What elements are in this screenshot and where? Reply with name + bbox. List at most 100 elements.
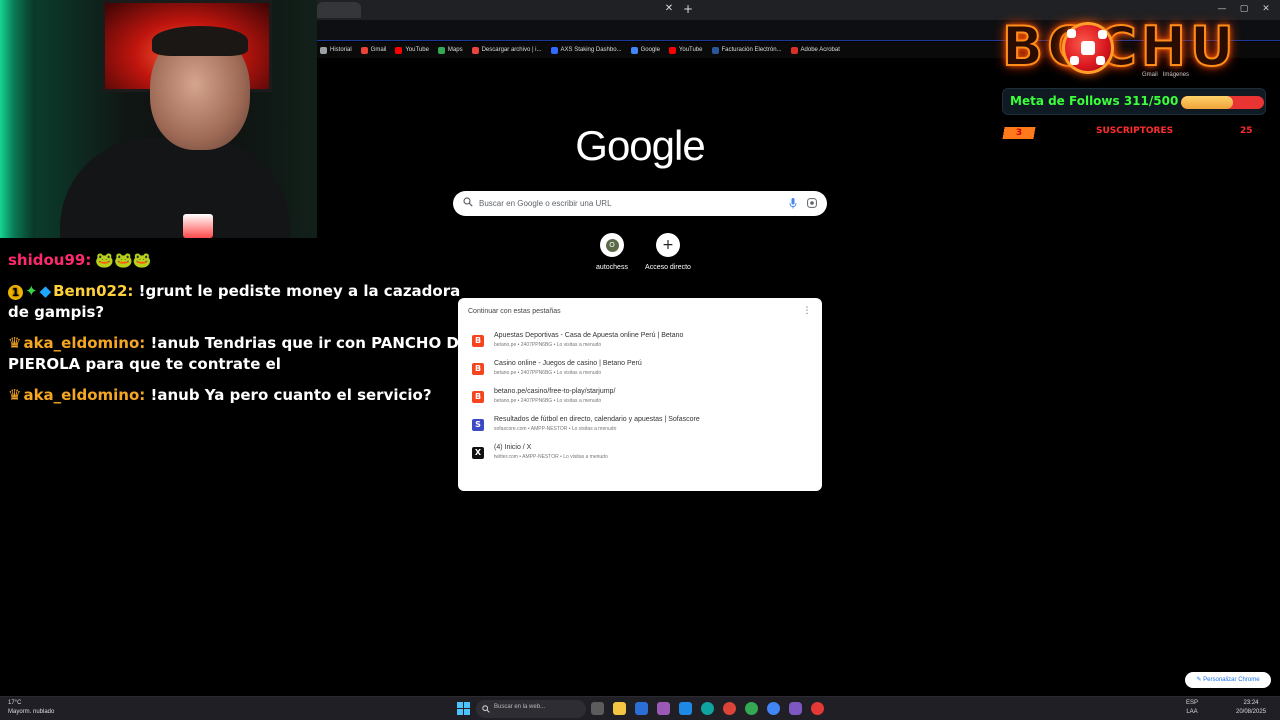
weather-widget[interactable]: 17°C Mayorm. nublado xyxy=(8,699,54,717)
windows-start-icon[interactable] xyxy=(457,702,470,715)
bookmark-label: Adobe Acrobat xyxy=(800,47,840,53)
follow-progress-track xyxy=(1181,96,1264,109)
task-view-icon[interactable] xyxy=(591,702,604,715)
bookmark-label: Facturación Electrón... xyxy=(721,47,782,53)
edge-icon[interactable] xyxy=(701,702,714,715)
bookmark-favicon-icon xyxy=(668,46,676,54)
active-tab[interactable] xyxy=(317,2,361,18)
follow-progress-fill xyxy=(1181,96,1233,109)
bookmark-label: Historial xyxy=(330,47,352,53)
chat-username: shidou99: xyxy=(8,251,92,269)
google-search-box[interactable] xyxy=(453,191,827,216)
shortcut-add[interactable]: + Acceso directo xyxy=(638,233,698,271)
subs-flag-badge: 3 xyxy=(998,127,1040,139)
bookmark-favicon-icon xyxy=(790,46,798,54)
webcam-drink-can xyxy=(183,214,213,238)
webcam-streamer-hair xyxy=(152,26,248,56)
badge-crown-icon: ♛ xyxy=(8,334,22,352)
bookmark-item[interactable]: Maps xyxy=(437,46,463,54)
soccer-ball-icon xyxy=(1062,22,1114,74)
shortcut-label: autochess xyxy=(596,264,628,271)
follow-goal-bar: Meta de Follows 311/500 xyxy=(1002,88,1266,115)
app-icon[interactable] xyxy=(679,702,692,715)
chrome-icon[interactable] xyxy=(745,702,758,715)
follow-goal-text: Meta de Follows 311/500 xyxy=(1010,94,1179,108)
bookmark-item[interactable]: Descargar archivo | i... xyxy=(471,46,542,54)
chrome-icon[interactable] xyxy=(767,702,780,715)
weather-desc: Mayorm. nublado xyxy=(8,709,55,715)
bookmark-label: Maps xyxy=(447,47,463,53)
recent-tab-title: Apuestas Deportivas - Casa de Apuesta on… xyxy=(494,332,684,339)
recent-tab-title: betano.pe/casino/free-to-play/starjump/ xyxy=(494,388,616,395)
site-favicon-icon: S xyxy=(472,419,484,431)
clock-date: 20/08/2025 xyxy=(1236,709,1267,715)
bookmark-label: Google xyxy=(640,47,660,53)
recent-tab-row[interactable]: S Resultados de fútbol en directo, calend… xyxy=(468,415,812,439)
badge-crown-icon: ♛ xyxy=(8,386,22,404)
recent-tab-title: Resultados de fútbol en directo, calenda… xyxy=(494,416,700,423)
recent-tab-row[interactable]: B Apuestas Deportivas - Casa de Apuesta o… xyxy=(468,331,812,355)
weather-temp: 17°C xyxy=(8,700,22,706)
app-icon[interactable] xyxy=(789,702,802,715)
file-explorer-icon[interactable] xyxy=(613,702,626,715)
bookmark-item[interactable]: Adobe Acrobat xyxy=(790,46,840,54)
close-tab-icon[interactable]: ✕ xyxy=(663,3,675,15)
minimize-icon[interactable]: — xyxy=(1215,4,1229,14)
chat-username: Benn022: xyxy=(53,282,134,300)
chat-message: ♛ aka_eldomino: !anub Ya pero cuanto el s… xyxy=(8,385,483,406)
new-tab-icon[interactable]: + xyxy=(681,2,695,16)
customize-chrome-button[interactable]: ✎ Personalizar Chrome xyxy=(1185,672,1271,688)
maximize-icon[interactable]: ▢ xyxy=(1237,4,1251,14)
recent-tab-meta: betano.pe • 2407PPN6BG • Lo visitas a me… xyxy=(494,370,602,376)
badge-cube-icon: ◆ xyxy=(39,282,52,300)
site-favicon-icon: B xyxy=(472,335,484,347)
bookmark-item[interactable]: AXS Staking Dashbo... xyxy=(550,46,622,54)
recent-tab-meta: twitter.com • AMPP-NESTOR • Lo visitas a… xyxy=(494,454,608,460)
subs-count: 25 xyxy=(1240,126,1253,136)
bookmark-favicon-icon xyxy=(711,46,719,54)
bookmark-item[interactable]: Facturación Electrón... xyxy=(711,46,782,54)
clock[interactable]: 23:24 20/08/2025 xyxy=(1236,699,1266,717)
search-input[interactable] xyxy=(479,191,779,216)
recent-tab-meta: sofascore.com • AMPP-NESTOR • Lo visitas… xyxy=(494,426,617,432)
card-title: Continuar con estas pestañas xyxy=(468,308,561,315)
bookmark-item[interactable]: Google xyxy=(630,46,660,54)
chat-username: aka_eldomino: xyxy=(23,386,146,404)
bookmark-label: Gmail xyxy=(370,47,387,53)
shortcut-autochess[interactable]: O autochess xyxy=(582,233,642,271)
app-icon[interactable] xyxy=(657,702,670,715)
recent-tab-title: Casino online - Juegos de casino | Betan… xyxy=(494,360,642,367)
google-lens-icon[interactable] xyxy=(807,198,817,208)
webcam-streamer-body xyxy=(60,138,290,238)
webcam-neon-light xyxy=(0,0,34,238)
recent-tab-row[interactable]: B Casino online - Juegos de casino | Beta… xyxy=(468,359,812,383)
taskbar-search[interactable]: Buscar en la web... xyxy=(476,700,586,718)
microphone-icon[interactable] xyxy=(789,198,797,209)
store-icon[interactable] xyxy=(635,702,648,715)
bookmark-item[interactable]: Gmail xyxy=(360,46,387,54)
google-logo: Google xyxy=(575,122,705,169)
chat-message: shidou99: 🐸🐸🐸 xyxy=(8,250,483,271)
badge-star-icon: ✦ xyxy=(25,282,38,300)
bookmark-item[interactable]: Historial xyxy=(320,46,352,54)
search-icon xyxy=(482,705,490,713)
chat-username: aka_eldomino: xyxy=(23,334,146,352)
recent-tab-row[interactable]: Bbetano.pe/casino/free-to-play/starjump/… xyxy=(468,387,812,411)
site-favicon-icon: X xyxy=(472,447,484,459)
stream-chat: shidou99: 🐸🐸🐸 1 ✦ ◆ Benn022: !grunt le pedis… xyxy=(8,250,483,416)
bookmark-favicon-icon xyxy=(630,46,638,54)
bookmark-favicon-icon xyxy=(395,46,403,54)
lang-code: ESP xyxy=(1186,700,1199,706)
more-options-icon[interactable]: ⋮ xyxy=(802,306,812,316)
language-indicator[interactable]: ESP LAA xyxy=(1186,699,1198,717)
search-icon xyxy=(463,197,473,207)
bookmark-item[interactable]: YouTube xyxy=(668,46,703,54)
bookmark-label: YouTube xyxy=(678,47,703,53)
chat-text: !anub Ya pero cuanto el servicio? xyxy=(150,386,432,404)
chrome-icon[interactable] xyxy=(723,702,736,715)
subscribers-counter: 3 SUSCRIPTORES 25 xyxy=(998,126,1260,140)
bookmark-item[interactable]: YouTube xyxy=(395,46,429,54)
close-window-icon[interactable]: ✕ xyxy=(1259,4,1273,14)
recent-tab-row[interactable]: X (4) Inicio / X twitter.com • AMPP-NESTOR… xyxy=(468,443,812,467)
chrome-icon[interactable] xyxy=(811,702,824,715)
